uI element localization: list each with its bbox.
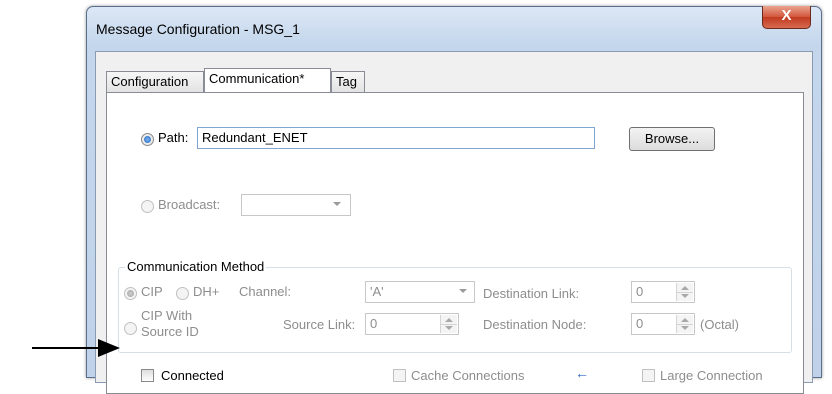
source-link-spinner[interactable] <box>440 315 457 333</box>
message-configuration-dialog: Message Configuration - MSG_1 X Configur… <box>86 6 822 394</box>
communication-method-group: Communication Method CIP DH+ Channel: 'A… <box>118 259 792 353</box>
large-connection-label: Large Connection <box>660 368 763 383</box>
connected-label: Connected <box>161 368 224 383</box>
broadcast-label: Broadcast: <box>158 197 221 212</box>
dhplus-label: DH+ <box>193 284 220 299</box>
tab-tag[interactable]: Tag <box>331 71 365 92</box>
octal-label: (Octal) <box>700 317 739 332</box>
close-button[interactable]: X <box>762 6 811 29</box>
large-connection-checkbox[interactable] <box>642 369 655 382</box>
destination-link-spinner[interactable] <box>676 283 693 301</box>
communication-method-title: Communication Method <box>125 259 267 274</box>
cip-source-id-label-2: Source ID <box>141 324 199 339</box>
tab-communication[interactable]: Communication* <box>204 68 331 92</box>
cip-source-id-radio[interactable] <box>124 322 137 335</box>
dhplus-radio[interactable] <box>176 287 189 300</box>
callout-arrow-line <box>32 347 108 349</box>
path-label: Path: <box>158 130 189 145</box>
broadcast-radio[interactable] <box>141 200 154 213</box>
dialog-client-area: Configuration Communication* Tag Path: R… <box>95 51 813 394</box>
communication-panel: Path: Redundant_ENET Browse... Broadcast… <box>106 92 804 394</box>
cip-label: CIP <box>141 284 163 299</box>
destination-link-label: Destination Link: <box>483 286 580 301</box>
destination-node-input[interactable]: 0 <box>631 313 695 335</box>
cache-connections-label: Cache Connections <box>411 368 525 383</box>
path-radio[interactable] <box>141 133 154 146</box>
destination-node-spinner[interactable] <box>676 315 693 333</box>
destination-link-input[interactable]: 0 <box>631 281 695 303</box>
browse-button[interactable]: Browse... <box>629 127 715 151</box>
tab-configuration[interactable]: Configuration <box>106 71 204 92</box>
destination-link-value: 0 <box>636 284 644 299</box>
destination-node-value: 0 <box>636 316 644 331</box>
channel-label: Channel: <box>239 284 292 299</box>
chevron-down-icon <box>459 289 467 293</box>
arrow-left-icon: ← <box>575 365 589 381</box>
source-link-value: 0 <box>370 316 378 331</box>
destination-node-label: Destination Node: <box>483 317 587 332</box>
source-link-label: Source Link: <box>283 317 356 332</box>
connected-checkbox[interactable] <box>141 369 154 382</box>
callout-arrow-head-icon <box>98 339 120 357</box>
path-input[interactable]: Redundant_ENET <box>197 127 595 149</box>
source-link-input[interactable]: 0 <box>365 313 459 335</box>
cip-radio[interactable] <box>124 287 137 300</box>
cip-source-id-label-1: CIP With <box>141 308 193 323</box>
window-title: Message Configuration - MSG_1 <box>96 21 300 37</box>
chevron-down-icon <box>333 202 341 206</box>
cache-connections-checkbox[interactable] <box>393 369 406 382</box>
